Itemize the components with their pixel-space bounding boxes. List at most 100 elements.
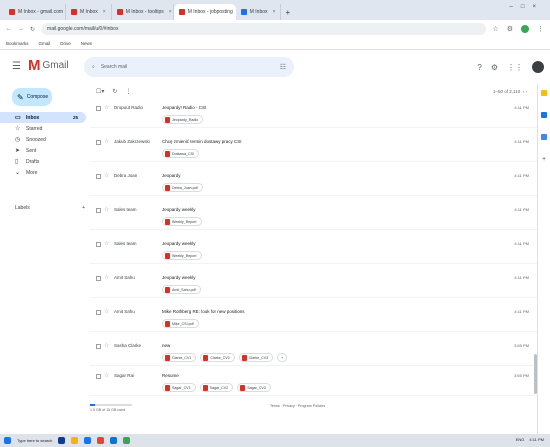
keep-icon[interactable] bbox=[541, 90, 547, 96]
forward-icon[interactable]: → bbox=[18, 26, 24, 32]
sidebar-item-inbox[interactable]: ▭ Inbox 25 bbox=[0, 112, 86, 123]
row-star-icon[interactable]: ☆ bbox=[104, 342, 109, 349]
bookmark-star-icon[interactable]: ☆ bbox=[492, 25, 498, 33]
sidebar-item-sent[interactable]: ➤ Sent bbox=[0, 145, 90, 156]
more-attachments-chip[interactable]: + bbox=[277, 353, 288, 362]
bookmark-item[interactable]: Drive bbox=[60, 41, 71, 46]
sidebar-item-more[interactable]: ⌄ More bbox=[0, 167, 90, 178]
prev-page-icon[interactable]: ‹ bbox=[523, 89, 525, 94]
search-icon[interactable]: ⌕ bbox=[92, 64, 95, 70]
email-row[interactable]: ☆ Dropout Radio Jeopardy! Radio - CSI 4:… bbox=[90, 102, 537, 128]
extensions-icon[interactable]: ⚙ bbox=[507, 25, 513, 33]
attachment-chip[interactable]: Amit_Sahu.pdf bbox=[162, 285, 201, 294]
help-icon[interactable]: ? bbox=[477, 63, 481, 72]
gmail-logo[interactable]: M Gmail bbox=[28, 58, 69, 73]
row-star-icon[interactable]: ☆ bbox=[104, 308, 109, 315]
attachment-chip[interactable]: Debra_Joan.pdf bbox=[162, 183, 203, 192]
new-tab-button[interactable]: + bbox=[285, 8, 290, 17]
close-tab-icon[interactable]: × bbox=[273, 9, 276, 15]
attachment-chip[interactable]: Sagar_CV1 bbox=[162, 383, 196, 392]
row-checkbox[interactable] bbox=[96, 344, 101, 349]
email-row[interactable]: ☆ Sales team Jeopardy weekly 4:11 PM Wee… bbox=[90, 204, 537, 230]
row-checkbox[interactable] bbox=[96, 208, 101, 213]
email-row[interactable]: ☆ Sasha Clarke new 3:55 PM Clarke_CV1 Cl… bbox=[90, 340, 537, 366]
footer-links[interactable]: Terms · Privacy · Program Policies bbox=[270, 404, 325, 408]
row-checkbox[interactable] bbox=[96, 106, 101, 111]
profile-icon[interactable] bbox=[521, 25, 529, 33]
attachment-chip[interactable]: Sagar_CV2 bbox=[199, 383, 234, 392]
reload-icon[interactable]: ↻ bbox=[30, 26, 35, 33]
email-row[interactable]: ☆ Amit Sahu Mike Rothberg RE: look for n… bbox=[90, 306, 537, 332]
add-addon-icon[interactable]: + bbox=[542, 156, 546, 163]
row-checkbox[interactable] bbox=[96, 242, 101, 247]
storage-usage-text[interactable]: 1.5 GB of 15 GB used bbox=[90, 408, 125, 412]
browser-tab[interactable]: M Inbox - tooltips × bbox=[112, 4, 174, 20]
edge-icon[interactable] bbox=[84, 437, 92, 444]
store-icon[interactable] bbox=[110, 437, 118, 444]
apps-grid-icon[interactable]: ⋮⋮ bbox=[507, 63, 523, 72]
browser-tab[interactable]: M Inbox × bbox=[236, 4, 282, 20]
search-options-icon[interactable]: ☷ bbox=[280, 63, 286, 71]
sidebar-item-snoozed[interactable]: ◷ Snoozed bbox=[0, 134, 90, 145]
taskbar-search[interactable]: Type here to search bbox=[17, 438, 52, 443]
refresh-icon[interactable]: ↻ bbox=[112, 88, 117, 95]
app-icon[interactable] bbox=[123, 437, 131, 444]
email-row[interactable]: ☆ Sagar Rai Resume 3:55 PM Sagar_CV1 Sag… bbox=[90, 370, 537, 396]
url-field[interactable]: mail.google.com/mail/u/0/#inbox bbox=[41, 23, 487, 35]
close-tab-icon[interactable]: × bbox=[169, 9, 172, 15]
account-avatar[interactable] bbox=[532, 61, 544, 73]
browser-tab[interactable]: M Inbox × bbox=[66, 4, 112, 20]
bookmark-item[interactable]: Bookmarks bbox=[6, 41, 29, 46]
browser-tab-active[interactable]: M Inbox - jobposting× bbox=[173, 4, 236, 20]
settings-gear-icon[interactable]: ⚙ bbox=[491, 63, 498, 72]
start-icon[interactable] bbox=[4, 437, 11, 444]
email-row[interactable]: ☆ Amit Sahu Jeopardy weekly 4:11 PM Amit… bbox=[90, 272, 537, 298]
sidebar-item-drafts[interactable]: ▯ Drafts bbox=[0, 156, 90, 167]
row-star-icon[interactable]: ☆ bbox=[104, 206, 109, 213]
row-star-icon[interactable]: ☆ bbox=[104, 172, 109, 179]
bookmark-item[interactable]: News bbox=[81, 41, 92, 46]
browser-menu-icon[interactable]: ⋮ bbox=[537, 25, 544, 33]
row-checkbox[interactable] bbox=[96, 374, 101, 379]
row-star-icon[interactable]: ☆ bbox=[104, 372, 109, 379]
attachment-chip[interactable]: Mike_CSI.pdf bbox=[162, 319, 199, 328]
attachment-chip[interactable]: Clarke_CV1 bbox=[162, 353, 197, 362]
language-indicator[interactable]: ENG bbox=[516, 437, 525, 442]
file-explorer-icon[interactable] bbox=[71, 437, 79, 444]
taskview-icon[interactable] bbox=[58, 437, 66, 444]
row-checkbox[interactable] bbox=[96, 310, 101, 315]
attachment-chip[interactable]: Clarke_CV2 bbox=[200, 353, 235, 362]
email-row[interactable]: ☆ Sales team Jeopardy weekly 4:11 PM Wee… bbox=[90, 238, 537, 264]
clock-text[interactable]: 4:11 PM bbox=[529, 437, 544, 442]
email-row[interactable]: ☆ Debra Joan Jeopardy 4:11 PM Debra_Joan… bbox=[90, 170, 537, 196]
row-star-icon[interactable]: ☆ bbox=[104, 240, 109, 247]
next-page-icon[interactable]: › bbox=[526, 89, 528, 94]
attachment-chip[interactable]: Weekly_Report bbox=[162, 251, 202, 260]
row-checkbox[interactable] bbox=[96, 276, 101, 281]
row-star-icon[interactable]: ☆ bbox=[104, 274, 109, 281]
hamburger-menu-icon[interactable]: ☰ bbox=[12, 61, 21, 72]
row-checkbox[interactable] bbox=[96, 174, 101, 179]
compose-button[interactable]: ✎ Compose bbox=[12, 88, 52, 106]
attachment-chip[interactable]: Dostawa_CSI bbox=[162, 149, 199, 158]
row-checkbox[interactable] bbox=[96, 140, 101, 145]
bookmark-item[interactable]: Gmail bbox=[39, 41, 51, 46]
window-controls[interactable]: –□× bbox=[510, 4, 544, 10]
attachment-chip[interactable]: Clarke_CV3 bbox=[238, 353, 274, 362]
attachment-chip[interactable]: Jeopardy_Radio bbox=[162, 115, 204, 124]
select-all-checkbox[interactable]: ☐▾ bbox=[96, 88, 104, 95]
row-star-icon[interactable]: ☆ bbox=[104, 104, 109, 111]
back-icon[interactable]: ← bbox=[6, 26, 12, 32]
contacts-icon[interactable] bbox=[541, 134, 547, 140]
browser-tab[interactable]: M Inbox - gmail.com× bbox=[4, 4, 66, 20]
attachment-chip[interactable]: Sagar_CV3 bbox=[237, 383, 271, 392]
sidebar-item-starred[interactable]: ☆ Starred bbox=[0, 123, 90, 134]
email-row[interactable]: ☆ Jakub Zakrzewski Chcę zmienić termin d… bbox=[90, 136, 537, 162]
close-tab-icon[interactable]: × bbox=[103, 9, 106, 15]
tasks-icon[interactable] bbox=[541, 112, 547, 118]
row-star-icon[interactable]: ☆ bbox=[104, 138, 109, 145]
search-bar[interactable]: ⌕ Search mail ☷ bbox=[84, 57, 294, 77]
add-label-button[interactable]: + bbox=[82, 205, 85, 211]
more-options-icon[interactable]: ⋮ bbox=[125, 88, 131, 95]
attachment-chip[interactable]: Weekly_Report bbox=[162, 217, 202, 226]
